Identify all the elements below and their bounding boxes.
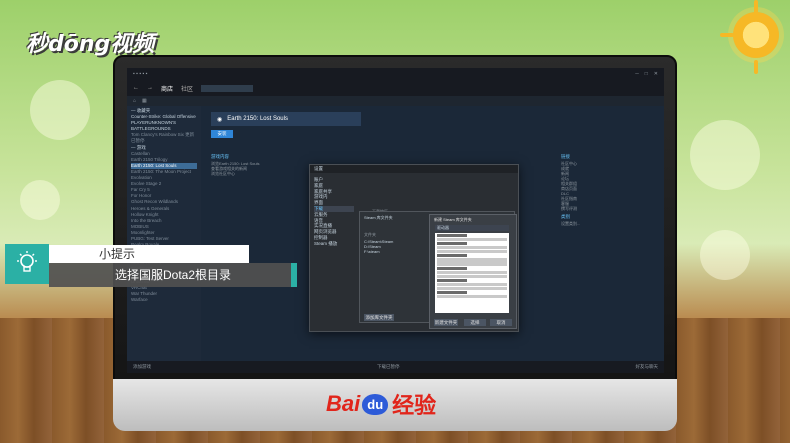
menu-placeholder[interactable]: ▪ ▪ ▪ ▪ ▪ [133, 71, 147, 77]
baidu-logo-suffix: 经验 [392, 393, 437, 418]
baidu-logo-bai: Bai [326, 391, 361, 416]
right-link[interactable]: 撰写评测 [561, 206, 577, 211]
tree-folder[interactable] [437, 295, 507, 299]
folder-cancel-button[interactable]: 取消 [490, 319, 512, 326]
window-controls: ─ □ ✕ [635, 71, 658, 77]
settings-nav-item[interactable]: Steam 播放 [314, 241, 354, 247]
tip-text: 选择国服Dota2根目录 [49, 263, 291, 287]
steam-statusbar: 添加游戏 下载已暂停 好友与聊天 [127, 361, 664, 373]
category-heading: 类别 [561, 214, 570, 219]
game-title: Earth 2150: Lost Souls [227, 116, 288, 122]
nav-community[interactable]: 社区 [181, 84, 193, 93]
tree-folder[interactable] [437, 278, 467, 282]
download-status[interactable]: 下载已暂停 [377, 364, 400, 370]
tree-folder[interactable] [437, 242, 467, 246]
install-button[interactable]: 安装 [211, 130, 233, 138]
folder-select-button[interactable]: 选择 [464, 319, 486, 326]
sidebar-item[interactable]: PLAYERUNKNOWN'S BATTLEGROUNDS [131, 120, 197, 132]
tip-title: 小提示 [49, 245, 249, 263]
folder-browser-dialog: 新建 Steam 库文件夹 驱动器 新建文件夹 选择 取消 [429, 214, 517, 329]
tree-folder[interactable] [437, 270, 507, 274]
tree-folder[interactable] [437, 286, 507, 291]
library-header-folder: 文件夹 [364, 232, 376, 237]
sidebar-item[interactable]: Tom Clancy's Rainbow Six 更新已暂停 [131, 132, 197, 144]
minimize-button[interactable]: ─ [635, 71, 639, 77]
tree-folder[interactable] [437, 290, 467, 295]
background-bokeh [20, 180, 60, 220]
drive-select[interactable]: 驱动器 [435, 225, 509, 231]
video-watermark-logo: 秒dōng视频 [26, 32, 155, 57]
tree-folder[interactable] [437, 282, 507, 287]
sun-ray [754, 60, 758, 74]
add-library-folder-button[interactable]: 添加库文件夹 [364, 314, 394, 321]
background-bokeh [700, 230, 750, 280]
home-icon[interactable]: ⌂ [133, 98, 136, 104]
tree-folder[interactable] [437, 254, 467, 258]
tree-folder[interactable] [437, 246, 507, 250]
nav-username[interactable] [201, 84, 254, 92]
sun-ray [720, 33, 734, 37]
settings-dialog-title: 设置 [310, 165, 518, 173]
library-main: ◉ Earth 2150: Lost Souls 安装 游戏内容 浏览Earth… [205, 106, 664, 361]
tip-accent-bar [291, 263, 297, 287]
tree-folder[interactable] [437, 237, 507, 242]
add-game-button[interactable]: 添加游戏 [133, 364, 151, 370]
tree-folder[interactable] [437, 233, 467, 238]
game-title-banner: ◉ Earth 2150: Lost Souls [211, 112, 361, 126]
steam-navbar: ← → 商店 社区 [127, 80, 664, 96]
settings-nav: 账户 家庭 家庭共享 游戏内 界面 下载 云服务 语音 实况直播 网页浏览器 控… [314, 177, 354, 247]
folder-tree[interactable] [435, 233, 509, 313]
tree-folder[interactable] [437, 250, 507, 254]
folder-dialog-title: 新建 Steam 库文件夹 [434, 217, 472, 222]
lightbulb-icon [5, 244, 49, 284]
back-arrow-icon[interactable]: ← [133, 85, 139, 91]
links-heading: 游戏内容 [211, 154, 229, 159]
background-bokeh [690, 120, 760, 190]
sidebar-item[interactable]: Warface [131, 297, 197, 303]
friends-chat-button[interactable]: 好友与聊天 [636, 364, 659, 370]
sun-icon [733, 12, 779, 58]
library-row[interactable]: F:\steam [364, 249, 380, 254]
steam-window: ▪ ▪ ▪ ▪ ▪ ─ □ ✕ ← → 商店 社区 ⌂ ▦ — 收藏夹 Coun… [127, 68, 664, 373]
nav-store[interactable]: 商店 [161, 84, 173, 93]
tree-folder[interactable] [437, 266, 467, 270]
close-button[interactable]: ✕ [654, 71, 658, 77]
background-bokeh [30, 80, 90, 140]
right-links-list: 社区中心 成就 新闻 论坛 相关群组 商店页面 DLC 社区指南 客服 撰写评测 [561, 161, 577, 211]
link-item[interactable]: 浏览社区中心 [211, 171, 259, 176]
baidu-jingyan-logo: Bai du 经验 [326, 389, 436, 419]
library-sidebar: — 收藏夹 Counter-Strike: Global Offensive P… [127, 106, 201, 361]
links-list: 浏览Earth 2150: Lost Souls 查看游戏相关的新闻 浏览社区中… [211, 161, 259, 176]
library-toolbar: ⌂ ▦ [127, 96, 664, 106]
new-folder-button[interactable]: 新建文件夹 [434, 319, 458, 326]
tree-folder[interactable] [437, 262, 507, 266]
sun-ray [754, 0, 758, 14]
tree-folder[interactable] [437, 258, 507, 262]
steam-titlebar: ▪ ▪ ▪ ▪ ▪ ─ □ ✕ [127, 68, 664, 80]
forward-arrow-icon[interactable]: → [147, 85, 153, 91]
right-links-heading: 链接 [561, 154, 570, 159]
tip-banner: 小提示 选择国服Dota2根目录 [5, 244, 297, 292]
grid-icon[interactable]: ▦ [142, 98, 147, 104]
tree-folder[interactable] [437, 274, 507, 278]
library-dialog-title: Steam 库文件夹 [364, 215, 393, 220]
category-link[interactable]: 设置类别... [561, 221, 580, 226]
baidu-logo-paw: du [362, 393, 389, 415]
maximize-button[interactable]: □ [645, 71, 648, 77]
game-icon: ◉ [217, 116, 223, 123]
